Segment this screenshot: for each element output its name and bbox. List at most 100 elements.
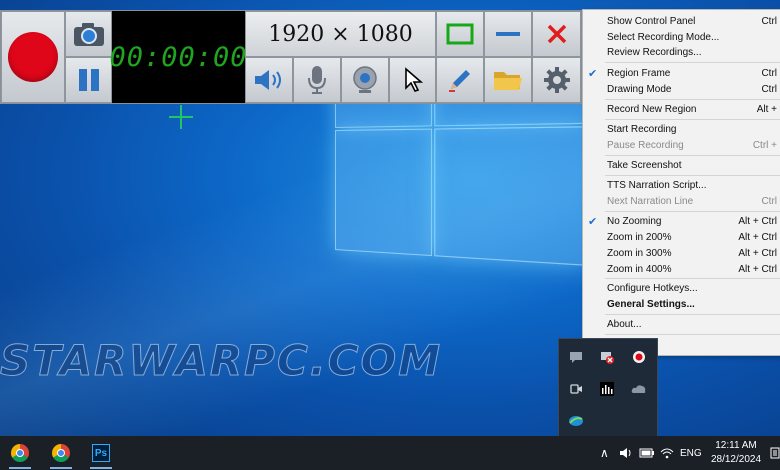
menu-item-configure-hotkeys[interactable]: Configure Hotkeys... [583,282,780,297]
pen-icon [446,66,474,94]
taskbar-chrome[interactable] [1,436,39,470]
menu-item-label: Drawing Mode [607,84,671,95]
menu-separator [605,99,780,100]
cursor-button[interactable] [389,57,436,103]
menu-item-shortcut: Ctrl [761,84,777,95]
menu-item-shortcut: Alt + Ctrl [738,248,777,259]
clock-time: 12:11 AM [715,439,757,453]
speaker-icon [252,66,286,94]
settings-button[interactable] [532,57,581,103]
gear-icon [542,65,572,95]
tray-recorder-icon[interactable] [631,349,647,365]
menu-item-label: Take Screenshot [607,160,682,171]
pause-button[interactable] [65,57,112,103]
menu-item-tts-narration-script[interactable]: TTS Narration Script... [583,179,780,194]
menu-item-zoom-in-200[interactable]: Zoom in 200% Alt + Ctrl [583,231,780,246]
tray-network-error-icon[interactable] [599,349,615,365]
webcam-button[interactable] [341,57,389,103]
menu-item-record-new-region[interactable]: Record New Region Alt + [583,103,780,118]
menu-item-general-settings[interactable]: General Settings... [583,298,780,313]
menu-separator [605,175,780,176]
menu-separator [605,211,780,212]
menu-item-shortcut: Alt + Ctrl [738,216,777,227]
clock[interactable]: 12:11 AM 28/12/2024 [708,436,764,470]
minimize-button[interactable] [484,11,532,57]
watermark-text: STARWARPC.COM [0,336,442,385]
record-button[interactable] [1,11,65,103]
clock-date: 28/12/2024 [711,453,761,467]
menu-item-label: Record New Region [607,104,697,115]
menu-item-drawing-mode[interactable]: Drawing Mode Ctrl [583,83,780,98]
menu-item-shortcut: Ctrl [761,68,777,79]
pause-icon [75,66,103,94]
photoshop-icon: Ps [92,444,110,462]
menu-item-label: Zoom in 300% [607,248,671,259]
open-folder-button[interactable] [484,57,532,103]
menu-item-label: No Zooming [607,216,661,227]
tray-app-icon[interactable] [568,413,584,429]
menu-separator [605,119,780,120]
menu-item-review-recordings[interactable]: Review Recordings... [583,46,780,61]
menu-separator [605,62,780,63]
tray-chat-icon[interactable] [568,349,584,365]
recorder-toolbar: 00:00:00 1920 × 1080 [0,10,582,104]
checkmark-icon: ✔ [588,67,597,80]
folder-icon [492,67,524,93]
microphone-icon [306,64,328,96]
menu-separator [605,314,780,315]
camera-icon [72,20,106,48]
menu-item-label: General Settings... [607,299,695,310]
volume-icon[interactable] [619,436,633,470]
menu-item-label: Pause Recording [607,140,684,151]
minimize-icon [495,29,521,39]
menu-item-start-recording[interactable]: Start Recording [583,123,780,138]
language-indicator[interactable]: ENG [680,436,702,470]
region-frame-icon [446,23,474,45]
menu-item-shortcut: Ctrl + [753,140,777,151]
close-button[interactable] [532,11,581,57]
taskbar-photoshop[interactable]: Ps [82,436,120,470]
menu-item-label: Select Recording Mode... [607,32,719,43]
tray-webcam-icon[interactable] [568,381,584,397]
drawing-button[interactable] [436,57,484,103]
menu-item-zoom-in-400[interactable]: Zoom in 400% Alt + Ctrl [583,263,780,278]
menu-item-label: Zoom in 200% [607,232,671,243]
menu-item-show-control-panel[interactable]: Show Control Panel Ctrl [583,15,780,30]
menu-item-region-frame[interactable]: ✔ Region Frame Ctrl [583,67,780,82]
taskbar: Ps ∧ ENG 12:11 AM 28/12/2024 [0,436,780,470]
tray-audio-levels-icon[interactable] [599,381,615,397]
menu-item-label: Review Recordings... [607,47,701,58]
context-menu: Show Control Panel Ctrl Select Recording M… [582,9,780,356]
menu-separator [605,278,780,279]
cursor-icon [403,67,423,93]
resolution-label[interactable]: 1920 × 1080 [245,11,436,57]
chrome-icon [11,444,29,462]
recording-timer: 00:00:00 [112,11,245,103]
menu-separator [605,334,780,335]
menu-item-label: Zoom in 400% [607,264,671,275]
menu-item-zoom-in-300[interactable]: Zoom in 300% Alt + Ctrl [583,247,780,262]
menu-item-no-zooming[interactable]: ✔ No Zooming Alt + Ctrl [583,215,780,230]
menu-item-label: Configure Hotkeys... [607,283,698,294]
microphone-button[interactable] [293,57,341,103]
menu-item-shortcut: Alt + Ctrl [738,264,777,275]
menu-item-select-recording-mode[interactable]: Select Recording Mode... [583,31,780,46]
screenshot-button[interactable] [65,11,112,57]
menu-item-take-screenshot[interactable]: Take Screenshot [583,159,780,174]
show-hidden-icons-button[interactable]: ∧ [600,436,609,470]
checkmark-icon: ✔ [588,215,597,228]
region-frame-button[interactable] [436,11,484,57]
close-icon [546,23,568,45]
menu-item-about[interactable]: About... [583,318,780,333]
tray-cloud-icon[interactable] [631,381,647,397]
webcam-icon [351,65,379,95]
menu-item-label: Start Recording [607,124,676,135]
battery-icon[interactable] [639,436,655,470]
menu-item-shortcut: Alt + [757,104,777,115]
tray-overflow [558,338,658,438]
notifications-icon[interactable] [770,436,780,470]
speaker-button[interactable] [245,57,293,103]
menu-item-label: Show Control Panel [607,16,695,27]
taskbar-chrome-profile[interactable] [42,436,80,470]
wifi-icon[interactable] [660,436,674,470]
